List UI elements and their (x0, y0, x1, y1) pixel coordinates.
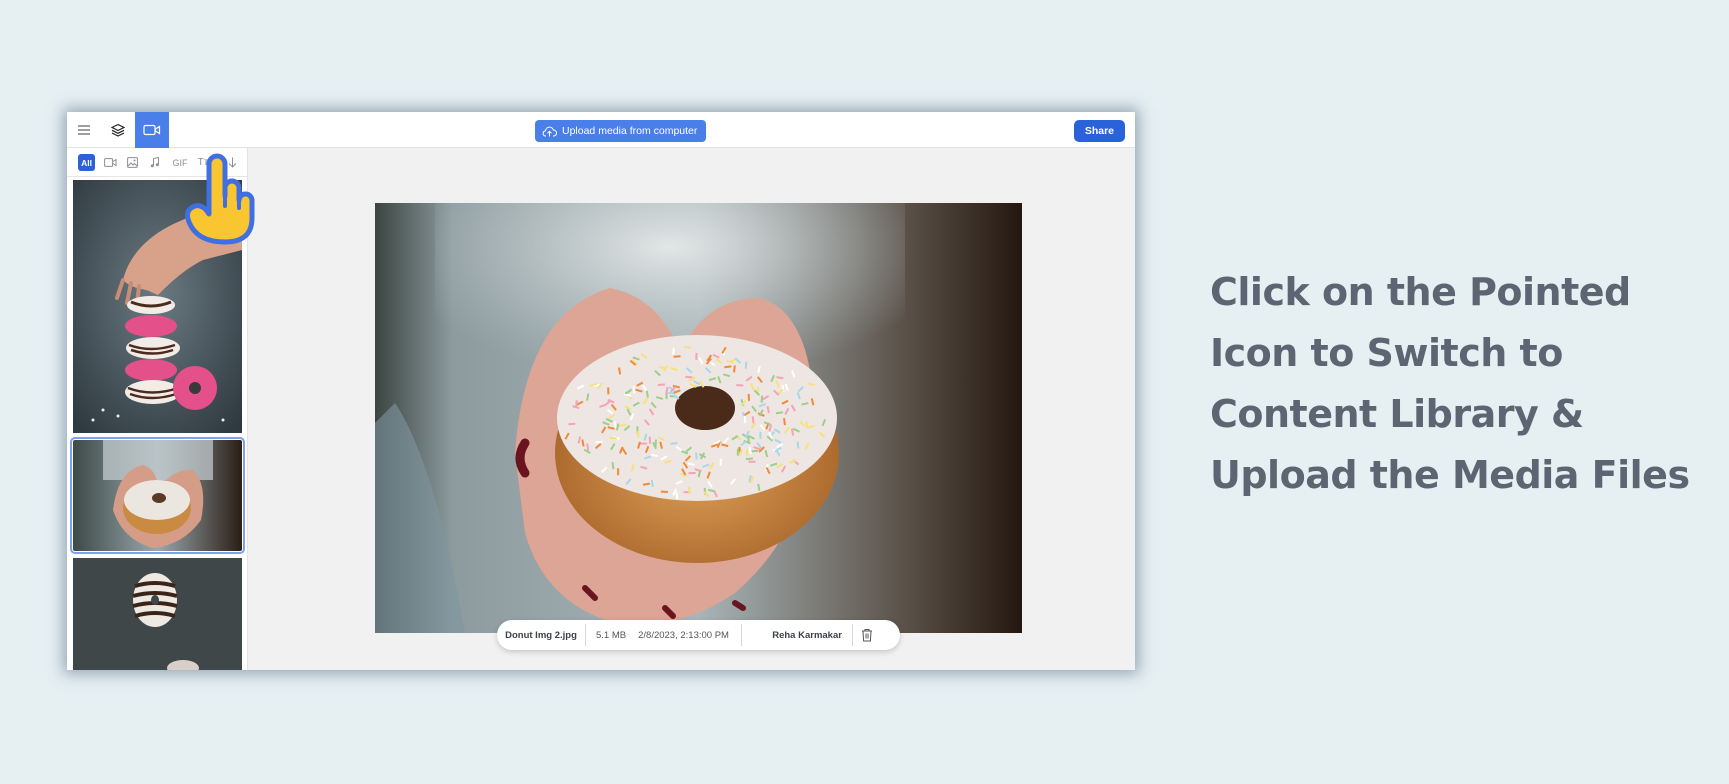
sprinkle (736, 448, 739, 456)
sprinkle (695, 352, 698, 360)
caption-line: Content Library & (1210, 392, 1584, 436)
file-name: Donut Img 2.jpg (505, 629, 577, 641)
instruction-caption: Click on the Pointed Icon to Switch to C… (1210, 262, 1710, 506)
file-size: 5.1 MB (596, 629, 627, 641)
sprinkle (568, 422, 576, 426)
top-toolbar: Upload media from computer Share (67, 112, 1135, 148)
sprinkle (747, 393, 751, 401)
upload-timestamp: 2/8/2023, 2:13:00 PM (638, 629, 729, 641)
pointing-hand-cursor (175, 152, 267, 247)
filter-video[interactable] (102, 154, 118, 171)
share-button[interactable]: Share (1073, 120, 1125, 142)
audio-icon (150, 157, 159, 168)
donut-photo (375, 203, 1022, 633)
layers-icon (111, 123, 125, 137)
author-name: Reha Karmakar (772, 629, 842, 641)
caption-line: Upload the Media Files (1210, 453, 1690, 497)
library-item-donut-img-2[interactable] (70, 437, 245, 554)
sprinkle (748, 460, 756, 463)
upload-media-button[interactable]: Upload media from computer (535, 120, 707, 142)
upload-media-label: Upload media from computer (562, 125, 698, 137)
layers-button[interactable] (101, 112, 135, 148)
sprinkle (609, 436, 617, 440)
delete-button[interactable] (861, 628, 873, 642)
filter-image[interactable] (125, 154, 139, 171)
video-icon (103, 158, 116, 167)
sprinkle (660, 490, 668, 493)
caption-line: Icon to Switch to (1210, 331, 1563, 375)
content-library-button[interactable] (135, 112, 169, 148)
sprinkle (607, 387, 610, 395)
trash-icon (861, 629, 872, 642)
caption-line: Click on the Pointed (1210, 270, 1631, 314)
filter-all[interactable]: All (78, 154, 95, 171)
app-window: Upload media from computer Share All GIF… (67, 112, 1135, 670)
sprinkle (745, 449, 748, 457)
striped-donut-thumbnail (73, 558, 242, 670)
divider (585, 624, 586, 646)
image-icon (126, 157, 138, 168)
menu-button[interactable] (67, 112, 101, 148)
sprinkle (640, 442, 648, 445)
cloud-upload-icon (542, 126, 557, 136)
sprinkle (688, 471, 696, 475)
library-item-striped-donut[interactable] (73, 558, 242, 670)
divider (851, 624, 853, 646)
pointing-hand-icon (185, 153, 255, 245)
sprinkle (759, 431, 762, 439)
donut-in-hands-thumbnail (73, 440, 242, 551)
filter-audio[interactable] (148, 154, 162, 171)
sprinkle (719, 458, 722, 466)
media-preview-image (375, 203, 1022, 633)
media-info-bar: Donut Img 2.jpg 5.1 MB 2/8/2023, 2:13:00… (497, 620, 900, 650)
hamburger-menu-icon (78, 125, 90, 135)
sprinkle (617, 468, 620, 476)
video-camera-icon (143, 124, 161, 136)
